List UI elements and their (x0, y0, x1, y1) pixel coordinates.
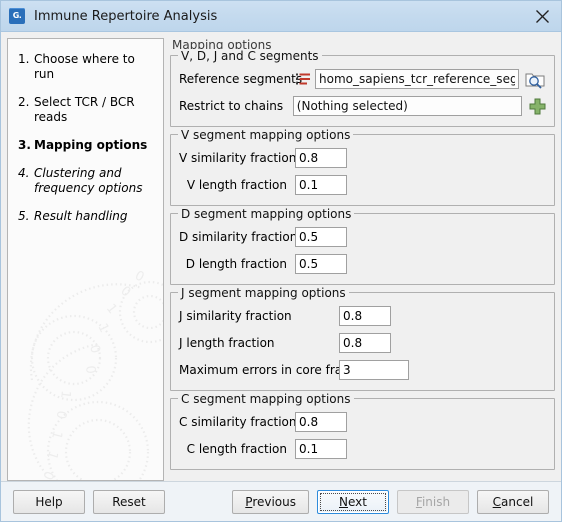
d-length-input[interactable] (295, 254, 347, 274)
previous-button[interactable]: Previous (232, 490, 309, 514)
d-segment-group: D segment mapping options D similarity f… (170, 207, 555, 285)
list-icon (296, 73, 310, 84)
mapping-options-panel: Mapping options V, D, J and C segments R… (170, 38, 555, 481)
svg-text:0: 0 (86, 343, 103, 355)
step-number: 4. (18, 166, 30, 180)
clc-workbench-icon (9, 8, 25, 24)
plus-icon[interactable] (529, 98, 546, 115)
step-number: 3. (18, 138, 31, 152)
sidebar-item-result-handling[interactable]: 5. Result handling (18, 209, 155, 224)
v-similarity-label: V similarity fraction (179, 151, 297, 165)
group-title: D segment mapping options (178, 207, 355, 221)
next-mnemonic: N (339, 495, 348, 509)
step-label: Result handling (34, 209, 128, 223)
previous-label: revious (252, 495, 296, 509)
j-length-row: J length fraction (179, 332, 546, 354)
group-title: V, D, J and C segments (178, 49, 322, 63)
j-similarity-row: J similarity fraction (179, 305, 546, 327)
v-similarity-input[interactable] (295, 148, 347, 168)
cancel-mnemonic: C (492, 495, 502, 509)
svg-text:0: 0 (82, 365, 98, 375)
vdjc-segments-group: V, D, J and C segments Reference segment… (170, 49, 555, 127)
d-length-label: D length fraction (185, 257, 287, 271)
j-segment-group: J segment mapping options J similarity f… (170, 286, 555, 391)
group-title: V segment mapping options (178, 128, 354, 142)
dialog-content: 0 0 1 1 0 0 1 0 1 1 0 1 0 1. (1, 32, 561, 481)
reference-segments-label: Reference segments (179, 72, 303, 86)
d-similarity-input[interactable] (295, 227, 347, 247)
c-similarity-row: C similarity fraction (179, 411, 546, 433)
finish-label: inish (421, 495, 451, 509)
close-icon (535, 10, 549, 23)
cancel-label: ancel (501, 495, 534, 509)
max-errors-label: Maximum errors in core fragment (179, 363, 382, 377)
svg-text:1: 1 (44, 449, 61, 462)
c-similarity-label: C similarity fraction (179, 415, 297, 429)
svg-text:1: 1 (57, 390, 73, 400)
v-similarity-row: V similarity fraction (179, 147, 546, 169)
svg-text:1: 1 (48, 429, 65, 441)
reference-segments-row: Reference segments (179, 68, 546, 90)
finish-button: Finish (397, 490, 469, 514)
v-length-input[interactable] (295, 175, 347, 195)
v-segment-group: V segment mapping options V similarity f… (170, 128, 555, 206)
reference-segments-input[interactable] (315, 69, 519, 89)
sidebar-item-select-reads[interactable]: 2. Select TCR / BCR reads (18, 95, 155, 125)
wizard-steps-sidebar: 0 0 1 1 0 0 1 0 1 1 0 1 0 1. (7, 38, 164, 481)
svg-text:1: 1 (103, 301, 120, 317)
svg-text:0: 0 (117, 284, 133, 301)
svg-text:0: 0 (39, 469, 56, 481)
d-similarity-label: D similarity fraction (179, 230, 298, 244)
restrict-to-chains-row: Restrict to chains (179, 95, 546, 117)
next-button[interactable]: Next (317, 490, 389, 514)
help-button[interactable]: Help (13, 490, 85, 514)
step-label: Choose where to run (34, 52, 135, 81)
step-number: 1. (18, 52, 30, 66)
cancel-button[interactable]: Cancel (477, 490, 549, 514)
j-similarity-label: J similarity fraction (179, 309, 292, 323)
sidebar-item-mapping-options[interactable]: 3. Mapping options (18, 138, 155, 153)
c-segment-group: C segment mapping options C similarity f… (170, 392, 555, 470)
svg-text:1: 1 (94, 321, 111, 335)
j-similarity-input[interactable] (339, 306, 391, 326)
max-errors-input[interactable] (339, 360, 409, 380)
reset-button[interactable]: Reset (93, 490, 165, 514)
group-title: J segment mapping options (178, 286, 349, 300)
d-similarity-row: D similarity fraction (179, 226, 546, 248)
group-title: C segment mapping options (178, 392, 354, 406)
dialog-footer: Help Reset Previous Next Finish Cancel (1, 481, 561, 521)
step-number: 5. (18, 209, 30, 223)
restrict-to-chains-input[interactable] (292, 96, 522, 116)
max-errors-row: Maximum errors in core fragment (179, 359, 546, 381)
steps-list: 1. Choose where to run 2. Select TCR / B… (8, 39, 163, 224)
step-label: Select TCR / BCR reads (34, 95, 135, 124)
svg-text:0: 0 (132, 268, 146, 285)
dialog-window: Immune Repertoire Analysis (0, 0, 562, 522)
step-label: Clustering and frequency options (34, 166, 143, 195)
sidebar-item-clustering-options[interactable]: 4. Clustering and frequency options (18, 166, 155, 196)
v-length-label: V length fraction (186, 178, 287, 192)
folder-search-icon[interactable] (524, 69, 546, 89)
window-title: Immune Repertoire Analysis (34, 8, 218, 24)
step-number: 2. (18, 95, 30, 109)
step-label: Mapping options (34, 138, 148, 152)
c-similarity-input[interactable] (295, 412, 347, 432)
c-length-row: C length fraction (179, 438, 546, 460)
j-length-input[interactable] (339, 333, 391, 353)
watermark-logo: 0 0 1 1 0 0 1 0 1 1 0 1 0 (27, 268, 163, 481)
d-length-row: D length fraction (179, 253, 546, 275)
close-button[interactable] (529, 5, 555, 27)
j-length-label: J length fraction (179, 336, 275, 350)
svg-text:0: 0 (53, 409, 69, 420)
title-bar: Immune Repertoire Analysis (1, 1, 561, 32)
restrict-to-chains-label: Restrict to chains (179, 99, 284, 113)
next-label: ext (348, 495, 367, 509)
sidebar-item-choose-where-to-run[interactable]: 1. Choose where to run (18, 52, 155, 82)
c-length-input[interactable] (295, 439, 347, 459)
c-length-label: C length fraction (186, 442, 287, 456)
v-length-row: V length fraction (179, 174, 546, 196)
